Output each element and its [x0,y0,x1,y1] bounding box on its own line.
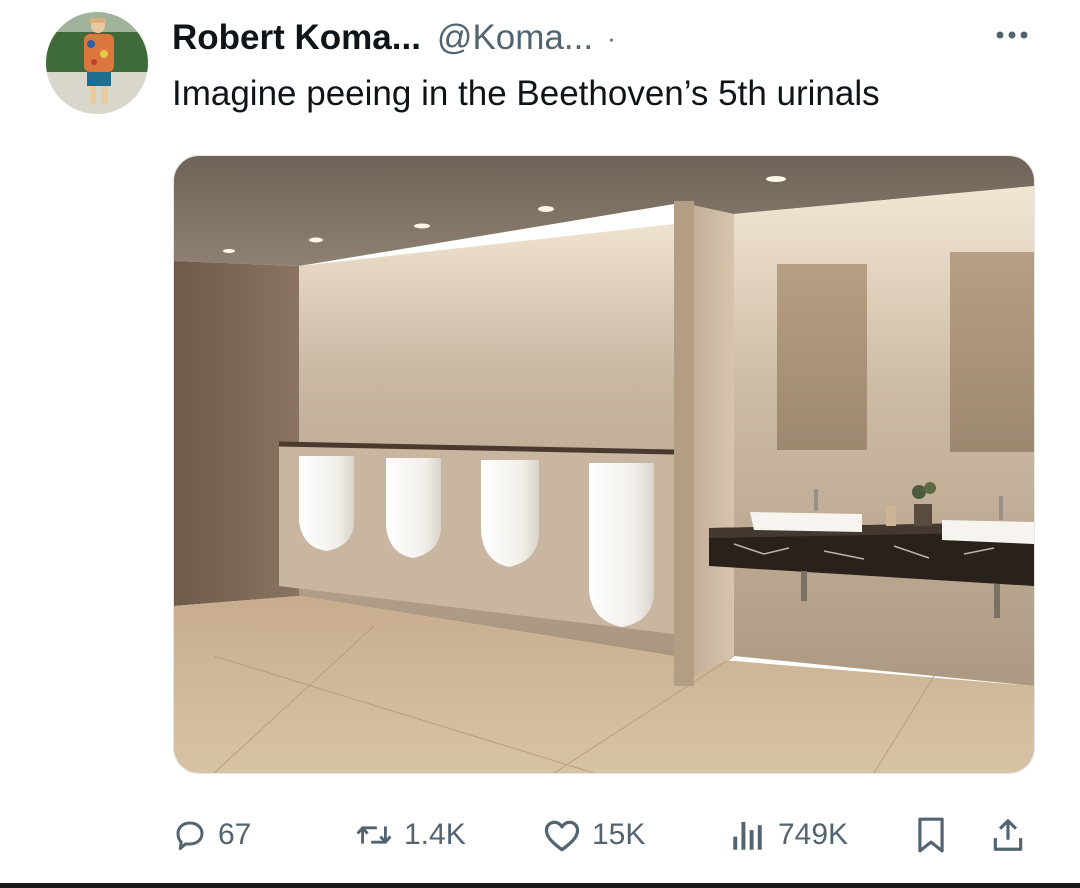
heart-icon [544,820,580,852]
retweet-count: 1.4K [404,818,466,851]
author-name[interactable]: Robert Koma... [172,18,421,58]
like-count: 15K [592,818,646,851]
bottom-divider [0,883,1080,888]
bookmark-button[interactable] [914,805,948,865]
separator-dot: · [607,22,616,53]
tweet-header: Robert Koma... @Koma... · [172,12,616,64]
tweet-text: Imagine peeing in the Beethoven’s 5th ur… [172,74,880,113]
reply-button[interactable]: 67 [172,805,251,865]
bar-chart-icon [733,821,762,850]
share-upload-icon [993,819,1023,851]
reply-count: 67 [218,818,252,851]
retweet-arrows-icon [356,826,392,844]
view-count: 749K [778,818,849,851]
tweet-image[interactable] [173,155,1035,774]
author-avatar[interactable] [46,12,148,114]
more-horizontal-icon [996,31,1028,39]
views-button[interactable]: 749K [728,805,848,865]
share-button[interactable] [990,805,1026,865]
more-options-button[interactable] [990,20,1034,50]
retweet-button[interactable]: 1.4K [354,805,466,865]
author-handle[interactable]: @Koma... [437,18,593,58]
bookmark-icon [918,817,944,853]
like-button[interactable]: 15K [542,805,645,865]
tweet-action-bar: 67 1.4K 15K 749K [0,805,1080,865]
speech-bubble-icon [176,821,204,850]
restroom-photo [174,156,1034,773]
avatar-photo [46,12,148,114]
